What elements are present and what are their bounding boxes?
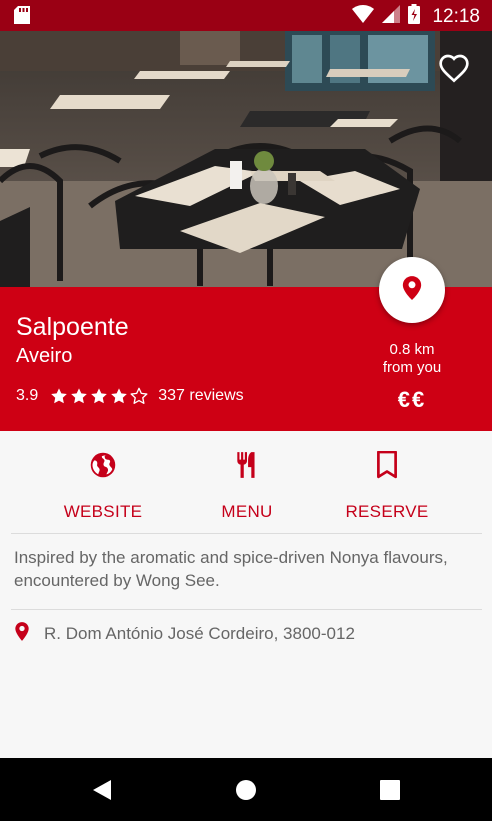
rating-value: 3.9 <box>16 387 39 404</box>
back-icon[interactable] <box>92 779 112 806</box>
address-row[interactable]: R. Dom António José Cordeiro, 3800-012 <box>14 621 355 647</box>
status-time: 12:18 <box>432 5 480 27</box>
address-pin-icon <box>14 621 30 647</box>
restaurant-info-panel: Salpoente Aveiro 3.9 337 reviews 0.8 km … <box>0 257 492 431</box>
restaurant-description: Inspired by the aromatic and spice-drive… <box>14 548 448 590</box>
recents-icon[interactable] <box>380 780 400 805</box>
address-text: R. Dom António José Cordeiro, 3800-012 <box>44 624 355 643</box>
action-bar: WEBSITE MENU RESERVE <box>0 431 492 533</box>
globe-icon <box>89 451 117 484</box>
restaurant-name: Salpoente <box>16 313 129 341</box>
star-empty-icon <box>130 387 148 404</box>
restaurant-photo <box>0 31 492 287</box>
restaurant-city: Aveiro <box>16 345 73 367</box>
location-button[interactable] <box>379 257 445 323</box>
reserve-label: RESERVE <box>345 502 429 521</box>
divider <box>11 533 482 534</box>
battery-icon <box>408 4 421 29</box>
star-filled-icon <box>91 388 108 404</box>
distance-suffix: from you <box>382 359 442 376</box>
website-button[interactable]: WEBSITE <box>43 451 163 522</box>
price-level: €€ <box>397 387 427 412</box>
distance-text: 0.8 km from you <box>362 341 462 377</box>
status-bar: 12:18 <box>0 0 492 31</box>
rating-row: 3.9 337 reviews <box>16 387 244 405</box>
map-pin-icon <box>401 275 423 306</box>
bookmark-icon <box>376 450 398 484</box>
rating-stars <box>50 387 148 405</box>
review-count: 337 reviews <box>158 387 244 404</box>
wifi-icon <box>352 5 375 28</box>
navigation-bar <box>0 758 492 821</box>
menu-button[interactable]: MENU <box>187 451 307 522</box>
favorite-heart-icon[interactable] <box>438 53 470 88</box>
star-filled-icon <box>71 388 88 404</box>
star-filled-icon <box>51 388 68 404</box>
website-label: WEBSITE <box>63 502 143 521</box>
divider <box>11 609 482 610</box>
fork-knife-icon <box>234 451 260 484</box>
signal-icon <box>382 5 401 28</box>
sd-card-icon <box>14 6 30 29</box>
star-filled-icon <box>111 388 128 404</box>
menu-label: MENU <box>221 502 273 521</box>
reserve-button[interactable]: RESERVE <box>327 450 447 522</box>
distance-value: 0.8 km <box>389 341 435 358</box>
home-icon[interactable] <box>235 779 257 806</box>
